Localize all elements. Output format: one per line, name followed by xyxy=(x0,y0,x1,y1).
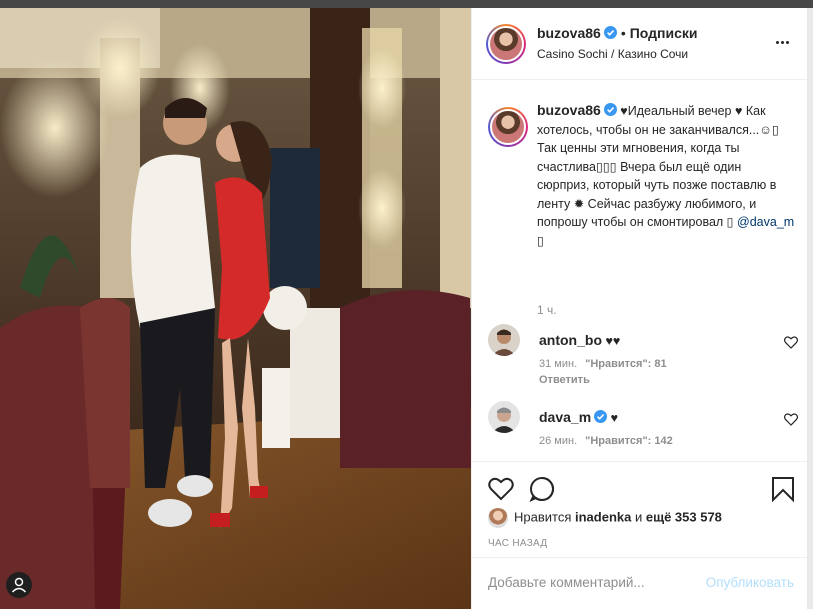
post-header: buzova86 • Подписки Casino Sochi / Казино … xyxy=(472,8,808,80)
publish-button[interactable]: Опубликовать xyxy=(706,575,794,590)
comment-likes-count[interactable]: "Нравится": 142 xyxy=(585,435,673,447)
right-edge xyxy=(807,8,813,609)
reply-button[interactable]: Ответить xyxy=(539,374,590,386)
caption-username[interactable]: buzova86 xyxy=(537,102,601,118)
comment-line: anton_bo ♥♥ xyxy=(539,332,620,348)
comment-line: dava_m ♥ xyxy=(539,409,618,425)
accessibility-icon[interactable] xyxy=(6,572,32,598)
comment-text: ♥♥ xyxy=(605,334,621,348)
author-username[interactable]: buzova86 xyxy=(537,25,601,41)
commenter-avatar[interactable] xyxy=(488,401,520,433)
location-link[interactable]: Casino Sochi / Казино Сочи xyxy=(537,47,688,61)
comments-section: buzova86 ♥Идеальный вечер ♥ Как хотелось… xyxy=(472,81,808,461)
comment-time[interactable]: 31 мин. xyxy=(539,358,577,370)
caption-mention-link[interactable]: @dava_m xyxy=(737,215,794,229)
comment-like-heart-icon[interactable] xyxy=(784,413,798,426)
separator-dot: • xyxy=(620,25,626,41)
like-heart-icon[interactable] xyxy=(488,476,514,502)
commenter-username[interactable]: anton_bo xyxy=(539,332,602,348)
caption-mention-suffix: ▯ xyxy=(537,233,544,248)
add-comment-bar: Добавьте комментарий... Опубликовать xyxy=(472,557,808,609)
likes-middle: и xyxy=(634,509,643,525)
save-bookmark-icon[interactable] xyxy=(770,476,796,502)
commenter-username[interactable]: dava_m xyxy=(539,409,591,425)
comment-like-heart-icon[interactable] xyxy=(784,336,798,349)
verified-badge-icon xyxy=(603,26,617,39)
top-edge xyxy=(0,0,813,8)
commenter-avatar[interactable] xyxy=(488,324,520,356)
comment-meta: 31 мин. "Нравится": 81 xyxy=(539,358,667,370)
comment-input[interactable]: Добавьте комментарий... xyxy=(488,575,645,590)
comment-item: anton_bo ♥♥ 31 мин. "Нравится": 81 Ответи… xyxy=(488,324,798,386)
comment-meta: 26 мин. "Нравится": 142 xyxy=(539,435,673,447)
caption-time[interactable]: 1 ч. xyxy=(537,303,557,317)
comment-item: dava_m ♥ 26 мин. "Нравится": 142 xyxy=(488,401,798,461)
caption-text-block: buzova86 ♥Идеальный вечер ♥ Как хотелось… xyxy=(537,101,797,250)
comment-time[interactable]: 26 мин. xyxy=(539,435,577,447)
comment-bubble-icon[interactable] xyxy=(529,476,555,502)
verified-badge-icon xyxy=(603,103,617,116)
likes-summary[interactable]: Нравится inadenka и ещё 353 578 xyxy=(488,508,722,528)
comment-likes-count[interactable]: "Нравится": 81 xyxy=(585,358,666,370)
author-line: buzova86 • Подписки xyxy=(537,25,698,41)
post-panel: buzova86 • Подписки Casino Sochi / Казино … xyxy=(471,8,808,609)
likes-count[interactable]: ещё 353 578 xyxy=(646,509,722,524)
verified-badge-icon xyxy=(594,410,608,423)
likes-prefix: Нравится xyxy=(514,509,572,525)
liker-username[interactable]: inadenka xyxy=(575,509,631,524)
caption-text: ♥Идеальный вечер ♥ Как хотелось, чтобы о… xyxy=(537,104,779,229)
post-image xyxy=(0,8,471,609)
post-photo[interactable] xyxy=(0,8,471,609)
comment-text: ♥ xyxy=(610,411,619,425)
liker-avatar xyxy=(488,508,508,528)
more-options-icon[interactable] xyxy=(776,34,792,48)
post-timestamp[interactable]: ЧАС НАЗАД xyxy=(488,538,547,549)
following-button[interactable]: Подписки xyxy=(630,25,698,41)
caption-avatar[interactable] xyxy=(488,107,528,147)
author-avatar[interactable] xyxy=(486,24,526,64)
